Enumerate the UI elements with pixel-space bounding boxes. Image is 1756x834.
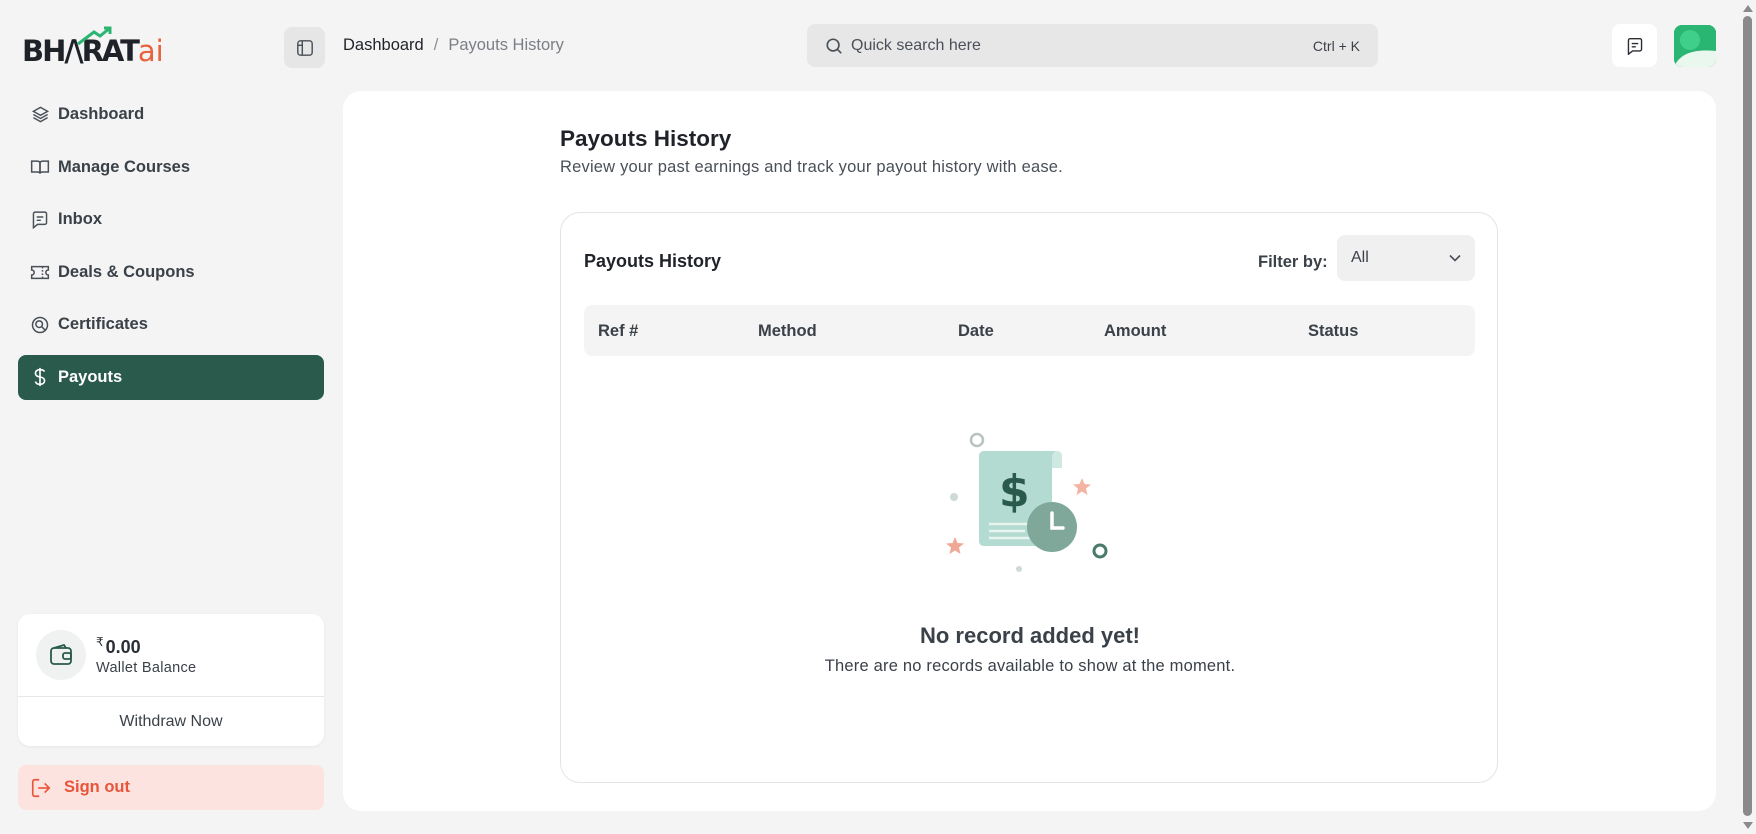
ticket-icon [30,262,50,282]
search-icon [825,37,843,55]
card-title: Payouts History [584,251,722,271]
dollar-icon [30,367,50,387]
chevron-down-icon [1449,254,1461,262]
brand-logo[interactable]: BH/\RATai [22,26,172,70]
currency-symbol: ₹ [96,634,104,649]
scrollbar-thumb[interactable] [1743,16,1752,816]
wallet-amount: ₹0.00 [96,635,196,658]
sidebar-item-label: Inbox [58,210,102,228]
certificate-icon [30,315,50,335]
sidebar-item-label: Manage Courses [58,157,191,176]
sidebar-item-label: Dashboard [58,105,145,123]
avatar-image [1674,25,1716,67]
wallet-label: Wallet Balance [96,659,197,676]
column-header-amount: Amount [1104,322,1167,340]
wallet-amount-value: 0.00 [105,636,141,657]
filter-selected-value: All [1351,249,1369,266]
breadcrumb-current: Payouts History [448,36,564,54]
wallet-summary: ₹0.00 Wallet Balance [18,614,324,697]
column-header-method: Method [758,322,817,340]
wallet-card: ₹0.00 Wallet Balance Withdraw Now [18,614,324,746]
avatar[interactable] [1674,25,1716,67]
scroll-down-arrow-icon[interactable] [1743,822,1753,829]
sidebar-item-dashboard[interactable]: Dashboard [18,92,324,137]
wallet-info: ₹0.00 Wallet Balance [96,635,196,676]
sidebar-toggle-button[interactable] [284,27,325,68]
wallet-icon [36,630,86,680]
breadcrumb: Dashboard / Payouts History [343,36,564,55]
search-input[interactable]: Quick search here Ctrl + K [807,24,1378,67]
sign-out-button[interactable]: Sign out [18,765,324,810]
sidebar-toggle-icon [296,39,314,57]
empty-state-illustration: $ [939,432,1119,582]
empty-state-subtitle: There are no records available to show a… [824,657,1236,675]
page-scrollbar[interactable] [1739,0,1756,834]
page-subtitle: Review your past earnings and track your… [560,158,1063,176]
scroll-up-arrow-icon[interactable] [1743,5,1753,12]
logo-arrow-icon [77,26,112,46]
sidebar-item-label: Certificates [58,315,148,333]
sidebar-item-inbox[interactable]: Inbox [18,197,324,242]
page-title: Payouts History [560,126,732,151]
sidebar-item-payouts[interactable]: Payouts [18,354,324,400]
withdraw-now-button[interactable]: Withdraw Now [18,697,324,746]
svg-text:$: $ [999,466,1030,517]
sidebar-item-manage-courses[interactable]: Manage Courses [18,145,324,190]
sign-out-label: Sign out [64,778,130,796]
column-header-ref: Ref # [598,322,639,340]
column-header-date: Date [958,322,994,340]
layers-icon [30,105,50,125]
filter-select[interactable]: All [1337,235,1475,281]
payouts-history-card: Payouts History Filter by: All Ref # Met… [560,212,1498,783]
sidebar-item-label: Payouts [58,367,123,386]
sidebar: BH/\RATai Dashboard Manage Courses Inbox [0,0,342,834]
breadcrumb-dashboard-link[interactable]: Dashboard [343,36,424,55]
table-header: Ref # Method Date Amount Status [584,305,1475,356]
sidebar-item-deals-coupons[interactable]: Deals & Coupons [18,250,324,295]
message-icon [1626,37,1644,55]
logout-icon [30,777,52,799]
sidebar-nav: Dashboard Manage Courses Inbox Deals & C… [18,92,324,407]
sidebar-item-label: Deals & Coupons [58,262,195,281]
messages-button[interactable] [1612,24,1657,67]
main-panel: Payouts History Review your past earning… [343,91,1716,811]
column-header-status: Status [1308,322,1359,340]
message-icon [30,210,50,230]
search-placeholder: Quick search here [851,36,981,54]
search-shortcut: Ctrl + K [1312,37,1360,54]
breadcrumb-separator: / [433,36,439,54]
book-icon [30,157,50,177]
sidebar-item-certificates[interactable]: Certificates [18,302,324,347]
receipt-clock-icon: $ [946,432,1108,572]
empty-state-title: No record added yet! [919,623,1141,648]
filter-label: Filter by: [1258,253,1328,271]
